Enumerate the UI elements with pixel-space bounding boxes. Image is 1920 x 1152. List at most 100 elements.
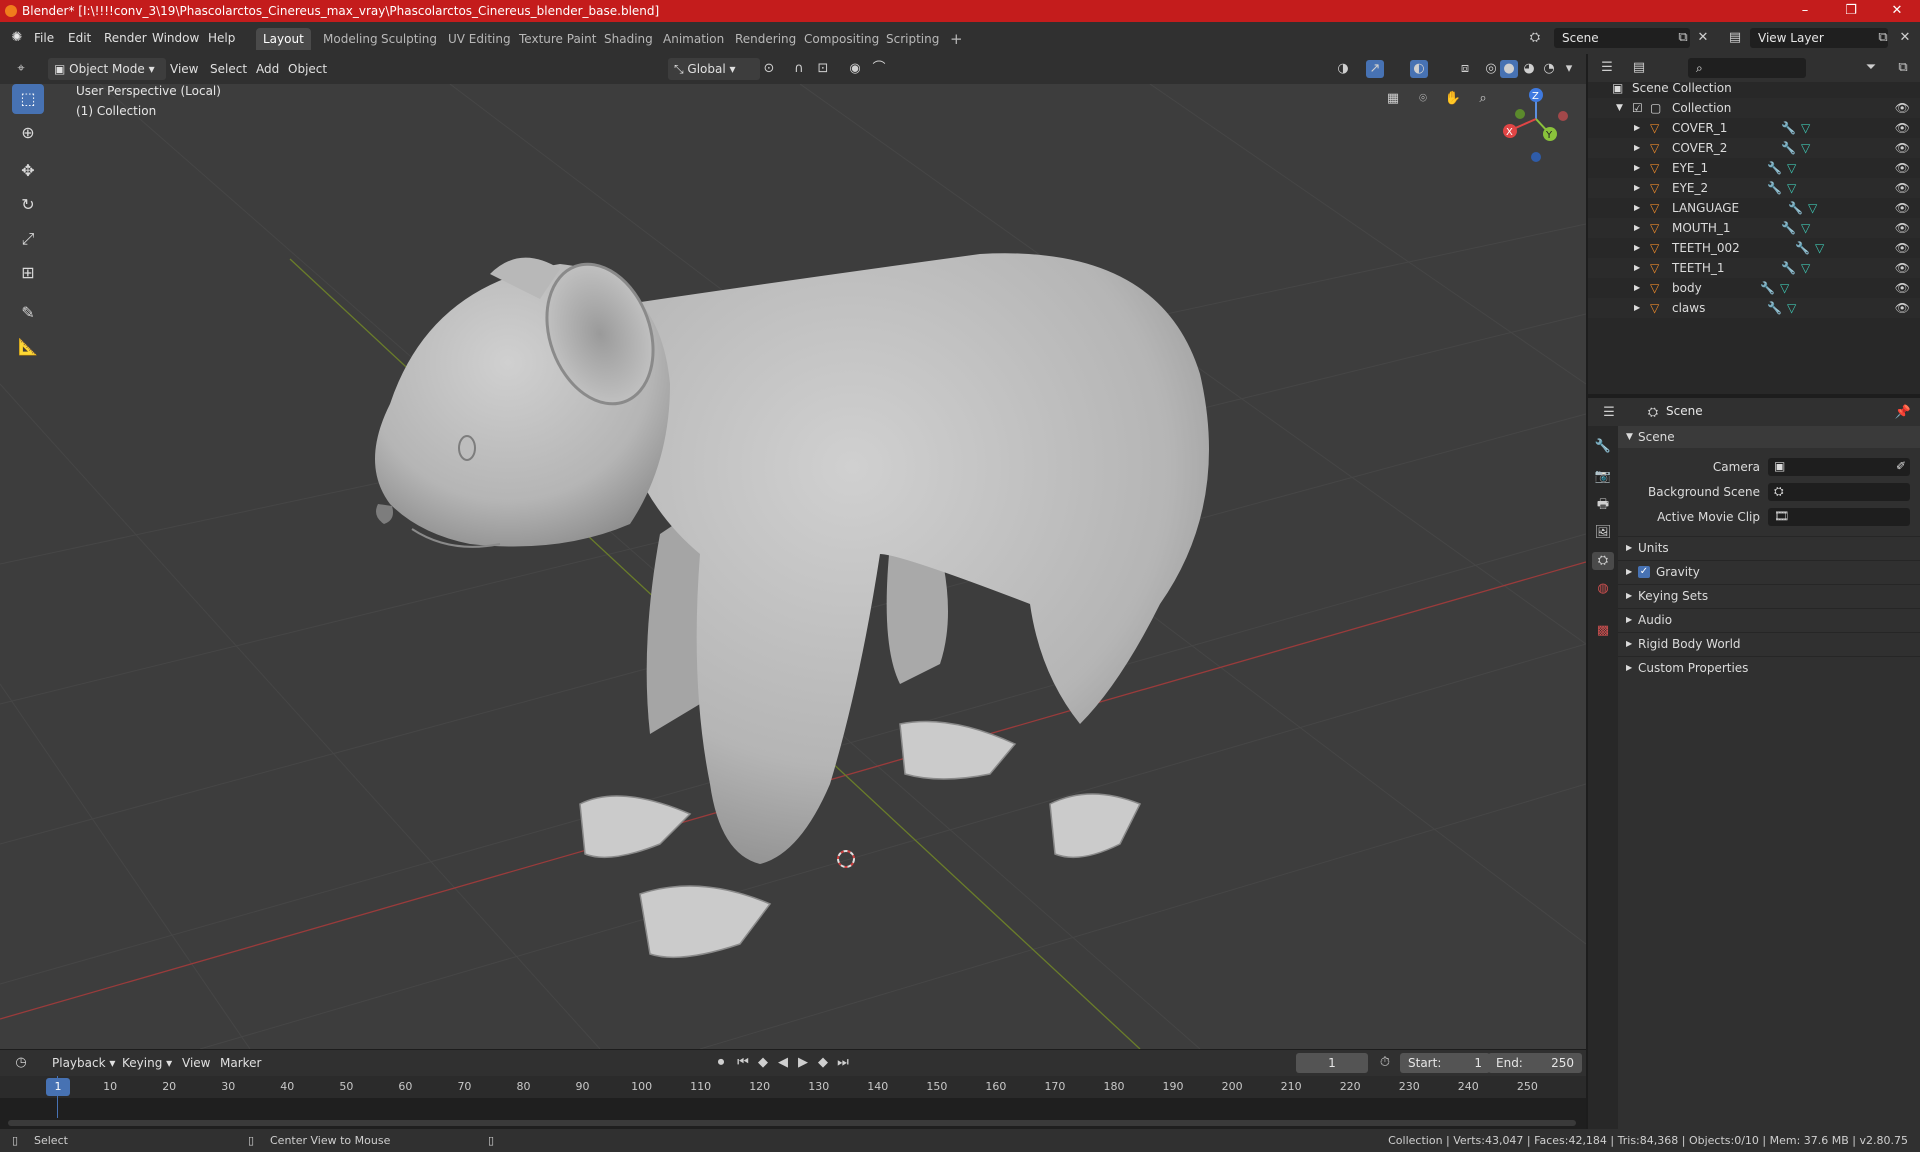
transform-tool-icon[interactable]: ⊞ xyxy=(12,258,44,288)
visibility-eye-icon[interactable]: 👁 xyxy=(1895,118,1910,138)
visibility-eye-icon[interactable]: 👁 xyxy=(1895,278,1910,298)
modifier-wrench-icon[interactable]: 🔧 xyxy=(1767,178,1782,198)
expand-arrow-icon[interactable]: ▶ xyxy=(1634,278,1640,298)
proportional-edit-icon[interactable]: ◉ xyxy=(846,60,864,78)
play-icon[interactable]: ▶ xyxy=(794,1054,812,1072)
expand-arrow-icon[interactable]: ▶ xyxy=(1634,178,1640,198)
properties-editor-icon[interactable]: ☰ xyxy=(1600,404,1618,422)
outliner-collection[interactable]: ▼ ☑ ▢ Collection 👁 xyxy=(1588,98,1920,118)
visibility-eye-icon[interactable]: 👁 xyxy=(1895,98,1910,118)
section-gravity[interactable]: ▶ ✓ Gravity xyxy=(1618,560,1920,583)
visibility-eye-icon[interactable]: 👁 xyxy=(1895,138,1910,158)
visibility-filter-icon[interactable]: ◑ xyxy=(1334,60,1352,78)
checkbox-icon[interactable]: ☑ xyxy=(1632,98,1643,118)
outliner-object-eye-1[interactable]: ▶ ▽ EYE_1 🔧 ▽ 👁 xyxy=(1588,158,1920,178)
editor-type-icon[interactable]: ⌖ xyxy=(12,60,30,78)
render-tab-icon[interactable]: 📷 xyxy=(1594,468,1612,486)
mesh-data-icon[interactable]: ▽ xyxy=(1815,238,1824,258)
visibility-eye-icon[interactable]: 👁 xyxy=(1895,238,1910,258)
outliner-object-mouth-1[interactable]: ▶ ▽ MOUTH_1 🔧 ▽ 👁 xyxy=(1588,218,1920,238)
toggle-camera-view-icon[interactable]: ▦ xyxy=(1384,90,1402,108)
tab-scripting[interactable]: Scripting xyxy=(879,28,946,50)
wireframe-shading-icon[interactable]: ◎ xyxy=(1482,60,1500,78)
expand-arrow-icon[interactable]: ▶ xyxy=(1634,258,1640,278)
record-icon[interactable]: ⏺ xyxy=(712,1054,730,1072)
tab-compositing[interactable]: Compositing xyxy=(797,28,886,50)
mesh-data-icon[interactable]: ▽ xyxy=(1787,298,1796,318)
modifier-wrench-icon[interactable]: 🔧 xyxy=(1781,118,1796,138)
gizmo-toggle-icon[interactable]: ↗ xyxy=(1366,60,1384,78)
mesh-data-icon[interactable]: ▽ xyxy=(1808,198,1817,218)
blender-menu-icon[interactable]: ✺ xyxy=(8,29,26,47)
outliner-object-language[interactable]: ▶ ▽ LANGUAGE 🔧 ▽ 👁 xyxy=(1588,198,1920,218)
menu-select[interactable]: Select xyxy=(204,58,253,80)
measure-tool-icon[interactable]: 📐 xyxy=(12,332,44,362)
menu-view[interactable]: View xyxy=(164,58,204,80)
transform-orientation-dropdown[interactable]: ⤡ Global ▾ xyxy=(668,58,760,80)
section-audio[interactable]: ▶ Audio xyxy=(1618,608,1920,631)
timeline-scrollbar[interactable] xyxy=(8,1120,1576,1126)
modifier-wrench-icon[interactable]: 🔧 xyxy=(1795,238,1810,258)
modifier-wrench-icon[interactable]: 🔧 xyxy=(1781,218,1796,238)
visibility-eye-icon[interactable]: 👁 xyxy=(1895,178,1910,198)
tab-texture-paint[interactable]: Texture Paint xyxy=(512,28,603,50)
outliner-object-body[interactable]: ▶ ▽ body 🔧 ▽ 👁 xyxy=(1588,278,1920,298)
view-layer-tab-icon[interactable]: 🖼 xyxy=(1594,524,1612,542)
active-movie-clip-field[interactable]: 🎞 xyxy=(1768,508,1910,526)
view-layer-icon[interactable]: ▤ xyxy=(1726,29,1744,47)
scene-name-field[interactable]: Scene xyxy=(1554,28,1690,48)
delete-scene-icon[interactable]: ✕ xyxy=(1694,29,1712,47)
rendered-shading-icon[interactable]: ◔ xyxy=(1540,60,1558,78)
section-keying-sets[interactable]: ▶ Keying Sets xyxy=(1618,584,1920,607)
close-button[interactable]: ✕ xyxy=(1874,0,1920,22)
overlay-toggle-icon[interactable]: ◐ xyxy=(1410,60,1428,78)
outliner-object-teeth-002[interactable]: ▶ ▽ TEETH_002 🔧 ▽ 👁 xyxy=(1588,238,1920,258)
tab-shading[interactable]: Shading xyxy=(597,28,660,50)
visibility-eye-icon[interactable]: 👁 xyxy=(1895,198,1910,218)
add-workspace-button[interactable]: + xyxy=(943,28,970,50)
modifier-wrench-icon[interactable]: 🔧 xyxy=(1788,198,1803,218)
expand-arrow-icon[interactable]: ▶ xyxy=(1634,218,1640,238)
outliner-object-eye-2[interactable]: ▶ ▽ EYE_2 🔧 ▽ 👁 xyxy=(1588,178,1920,198)
timeline-editor-icon[interactable]: ◷ xyxy=(12,1054,30,1072)
rotate-tool-icon[interactable]: ↻ xyxy=(12,190,44,220)
texture-tab-icon[interactable]: ▩ xyxy=(1594,622,1612,640)
scene-selector-icon[interactable]: ⛭ xyxy=(1526,29,1544,47)
visibility-eye-icon[interactable]: 👁 xyxy=(1895,218,1910,238)
menu-add[interactable]: Add xyxy=(250,58,285,80)
3d-viewport[interactable]: Z X Y User Perspective (Local) (1) Colle… xyxy=(0,84,1586,1049)
falloff-curve-icon[interactable]: ⌒ xyxy=(870,60,888,78)
mesh-data-icon[interactable]: ▽ xyxy=(1801,138,1810,158)
menu-render[interactable]: Render xyxy=(104,22,147,54)
expand-arrow-icon[interactable]: ▼ xyxy=(1616,98,1623,118)
visibility-eye-icon[interactable]: 👁 xyxy=(1895,258,1910,278)
expand-arrow-icon[interactable]: ▶ xyxy=(1634,238,1640,258)
snap-magnet-icon[interactable]: ∩ xyxy=(790,60,808,78)
outliner-object-claws[interactable]: ▶ ▽ claws 🔧 ▽ 👁 xyxy=(1588,298,1920,318)
scale-tool-icon[interactable]: ⤢ xyxy=(12,224,44,254)
section-custom-properties[interactable]: ▶ Custom Properties xyxy=(1618,656,1920,679)
modifier-wrench-icon[interactable]: 🔧 xyxy=(1767,158,1782,178)
shading-options-icon[interactable]: ▾ xyxy=(1560,60,1578,78)
stopwatch-icon[interactable]: ⏱ xyxy=(1376,1054,1394,1072)
view-layer-field[interactable]: View Layer xyxy=(1750,28,1888,48)
camera-field[interactable]: ▣ ✐ xyxy=(1768,458,1910,476)
pan-hand-icon[interactable]: ✋ xyxy=(1444,90,1462,108)
filter-icon[interactable]: ⏷ xyxy=(1862,59,1880,77)
section-units[interactable]: ▶ Units xyxy=(1618,536,1920,559)
menu-playback[interactable]: Playback ▾ xyxy=(46,1052,121,1074)
expand-arrow-icon[interactable]: ▶ xyxy=(1634,138,1640,158)
snap-target-icon[interactable]: ⊡ xyxy=(814,60,832,78)
mesh-data-icon[interactable]: ▽ xyxy=(1801,118,1810,138)
mesh-data-icon[interactable]: ▽ xyxy=(1801,258,1810,278)
expand-arrow-icon[interactable]: ▶ xyxy=(1634,118,1640,138)
world-tab-icon[interactable]: ◍ xyxy=(1594,580,1612,598)
cursor-tool-icon[interactable]: ⊕ xyxy=(12,118,44,148)
playhead-frame-badge[interactable]: 1 xyxy=(46,1078,70,1096)
tab-animation[interactable]: Animation xyxy=(656,28,731,50)
start-frame-field[interactable]: Start: 1 xyxy=(1400,1053,1490,1073)
expand-arrow-icon[interactable]: ▶ xyxy=(1634,298,1640,318)
new-scene-icon[interactable]: ⧉ xyxy=(1674,29,1692,47)
select-box-tool-icon[interactable]: ⬚ xyxy=(12,84,44,114)
modifier-wrench-icon[interactable]: 🔧 xyxy=(1781,258,1796,278)
